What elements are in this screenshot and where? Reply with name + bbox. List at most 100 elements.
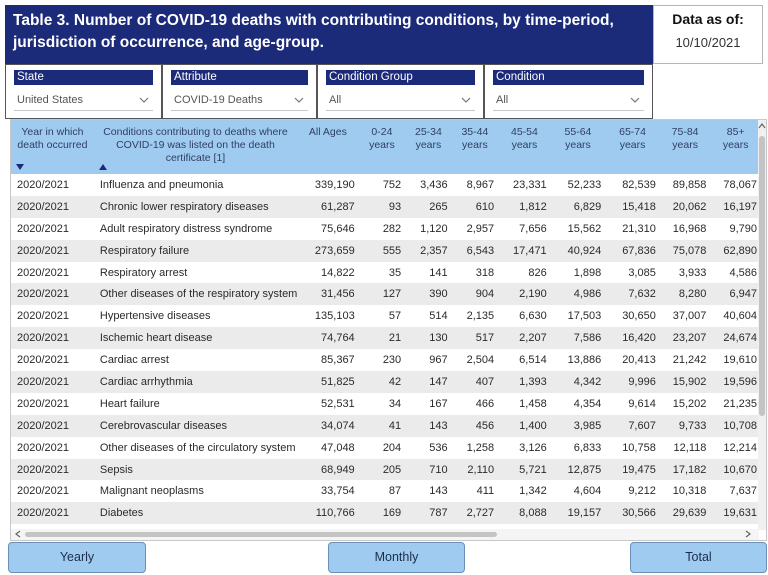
cell-count: 68,949 xyxy=(297,458,359,481)
table-row[interactable]: 2020/2021 Respiratory failure 273,659 555 2,… xyxy=(11,239,761,262)
cell-condition: Cardiac arrest xyxy=(99,354,169,367)
cell-count: 82,539 xyxy=(622,178,656,191)
col-header-35-44[interactable]: 35-44 years xyxy=(451,120,499,174)
cell-count: 466 xyxy=(475,397,495,410)
col-header-85-plus[interactable]: 85+ years xyxy=(710,120,761,174)
cell-condition: Respiratory failure xyxy=(93,239,298,262)
cell-year: 2020/2021 xyxy=(11,239,94,262)
vertical-scroll-thumb[interactable] xyxy=(759,136,765,416)
cell-count: 7,586 xyxy=(550,327,606,350)
cell-count: 7,632 xyxy=(605,283,660,306)
table-row[interactable]: 2020/2021 Cardiac arrest 85,367 230 967 2,504… xyxy=(11,349,761,371)
cell-count: 16,420 xyxy=(605,327,660,350)
cell-count: 78,067 xyxy=(723,178,757,191)
table-row[interactable]: 2020/2021 Heart failure 52,531 34 167 466 1,45… xyxy=(11,393,761,415)
col-header-0-24[interactable]: 0-24 years xyxy=(358,120,406,174)
cell-count: 62,890 xyxy=(710,239,761,262)
table-row[interactable]: 2020/2021 Other diseases of the respirato… xyxy=(11,283,761,306)
cell-count: 6,514 xyxy=(519,354,547,367)
vertical-scrollbar[interactable] xyxy=(758,120,766,530)
total-button[interactable]: Total xyxy=(630,542,767,573)
cell-count: 19,596 xyxy=(710,371,761,393)
cell-year: 2020/2021 xyxy=(17,310,69,323)
table-row[interactable]: 2020/2021 Chronic lower respiratory disea… xyxy=(11,195,761,218)
cell-year: 2020/2021 xyxy=(17,397,69,410)
cell-year: 2020/2021 xyxy=(17,354,69,367)
col-header-45-54-label: 45-54 years xyxy=(510,126,538,151)
table-row[interactable]: 2020/2021 Cerebrovascular diseases 34,074 4… xyxy=(11,414,761,437)
cell-count: 1,898 xyxy=(573,266,602,279)
cell-count: 517 xyxy=(451,327,499,350)
col-header-45-54[interactable]: 45-54 years xyxy=(498,120,551,174)
condition-dropdown[interactable]: All xyxy=(493,91,644,111)
condition-group-dropdown[interactable]: All xyxy=(326,91,475,111)
table-row[interactable]: 2020/2021 Hypertensive diseases 135,103 57 5… xyxy=(11,305,761,327)
cell-count: 147 xyxy=(405,371,452,393)
cell-count: 21,235 xyxy=(723,397,757,410)
yearly-button[interactable]: Yearly xyxy=(8,542,146,573)
cell-count: 1,400 xyxy=(498,414,551,437)
cell-count: 23,331 xyxy=(513,178,547,191)
table-row[interactable]: 2020/2021 Other diseases of the circulato… xyxy=(11,437,761,459)
cell-count: 35 xyxy=(388,266,402,279)
cell-count: 7,656 xyxy=(519,222,547,235)
monthly-button[interactable]: Monthly xyxy=(328,542,465,573)
cell-condition: Respiratory arrest xyxy=(99,266,188,279)
cell-count: 205 xyxy=(358,458,406,481)
horizontal-scrollbar[interactable] xyxy=(11,529,759,540)
cell-count: 10,758 xyxy=(622,441,656,454)
cell-count: 2,727 xyxy=(451,502,499,525)
cell-count: 21 xyxy=(358,327,406,350)
table-row[interactable]: 2020/2021 Cardiac arrhythmia 51,825 42 147 40… xyxy=(11,371,761,393)
cell-count: 19,610 xyxy=(723,354,757,367)
col-header-all-ages[interactable]: All Ages xyxy=(297,120,359,174)
cell-count: 282 xyxy=(382,222,402,235)
cell-count: 61,287 xyxy=(297,195,359,218)
col-header-year-label: Year in which death occurred xyxy=(17,126,88,151)
cell-year: 2020/2021 xyxy=(11,371,94,393)
col-header-year[interactable]: Year in which death occurred xyxy=(11,120,94,174)
cell-count: 34,074 xyxy=(297,414,359,437)
horizontal-scroll-thumb[interactable] xyxy=(25,532,497,537)
cell-count: 16,197 xyxy=(710,195,761,218)
scroll-right-arrow-icon[interactable] xyxy=(744,530,752,538)
cell-count: 7,637 xyxy=(729,485,757,498)
condition-dropdown-value: All xyxy=(496,94,509,106)
table-row[interactable]: 2020/2021 Adult respiratory distress synd… xyxy=(11,218,761,240)
cell-year: 2020/2021 xyxy=(11,414,94,437)
col-header-55-64[interactable]: 55-64 years xyxy=(550,120,606,174)
attribute-dropdown[interactable]: COVID-19 Deaths xyxy=(171,91,308,111)
cell-count: 3,126 xyxy=(519,441,547,454)
cell-count: 265 xyxy=(405,195,452,218)
scroll-up-arrow-icon[interactable] xyxy=(758,122,766,130)
cell-count: 52,233 xyxy=(567,178,602,191)
table-row[interactable]: 2020/2021 Respiratory arrest 14,822 35 141 31… xyxy=(11,262,761,284)
state-dropdown[interactable]: United States xyxy=(14,91,153,111)
cell-count: 37,007 xyxy=(672,310,707,323)
cell-count: 19,475 xyxy=(605,458,660,481)
table-row[interactable]: 2020/2021 Malignant neoplasms 33,754 87 143 4… xyxy=(11,480,761,502)
table-row[interactable]: 2020/2021 Influenza and pneumonia 339,190 7… xyxy=(11,174,761,196)
cell-count: 967 xyxy=(429,354,448,367)
col-header-condition-label: Conditions contributing to deaths where … xyxy=(103,126,288,164)
cell-count: 6,630 xyxy=(519,310,547,323)
col-header-55-64-label: 55-64 years xyxy=(564,126,592,151)
chevron-down-icon xyxy=(294,97,304,103)
cell-year: 2020/2021 xyxy=(11,502,94,525)
table-row[interactable]: 2020/2021 Ischemic heart disease 74,764 21 1… xyxy=(11,327,761,350)
table-row[interactable]: 2020/2021 Sepsis 68,949 205 710 2,110 5,721 12,… xyxy=(11,458,761,481)
col-header-25-34[interactable]: 25-34 years xyxy=(405,120,452,174)
col-header-condition[interactable]: Conditions contributing to deaths where … xyxy=(93,120,298,174)
cell-condition: Chronic lower respiratory diseases xyxy=(93,195,298,218)
sort-descending-icon xyxy=(16,164,24,170)
cell-count: 75,646 xyxy=(321,222,355,235)
col-header-75-84[interactable]: 75-84 years xyxy=(659,120,711,174)
scroll-left-arrow-icon[interactable] xyxy=(14,530,22,538)
condition-filter-label: Condition xyxy=(493,70,644,85)
table-row[interactable]: 2020/2021 Diabetes 110,766 169 787 2,727 8,088… xyxy=(11,502,761,525)
cell-condition: Ischemic heart disease xyxy=(93,327,298,350)
cell-count: 456 xyxy=(451,414,499,437)
col-header-65-74[interactable]: 65-74 years xyxy=(605,120,660,174)
cell-count: 127 xyxy=(358,283,406,306)
cell-count: 230 xyxy=(382,354,402,367)
